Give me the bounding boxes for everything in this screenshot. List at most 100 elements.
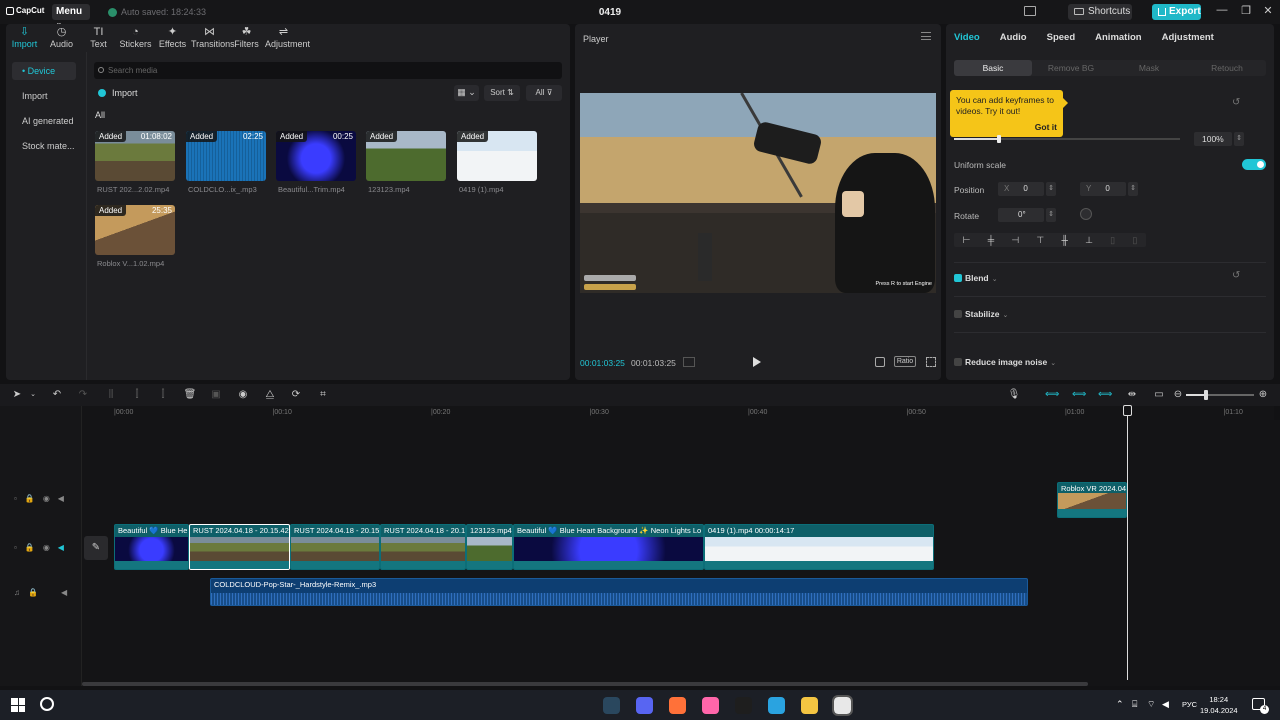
explorer-icon[interactable] xyxy=(801,697,818,714)
split-left-icon[interactable]: ⫿ xyxy=(130,388,144,402)
subtab-remove-bg[interactable]: Remove BG xyxy=(1032,60,1110,76)
fullscreen-icon[interactable] xyxy=(926,357,936,367)
tab-transitions[interactable]: ⋈ Transitions xyxy=(191,24,235,52)
snap-icon[interactable]: ⟺ xyxy=(1098,388,1112,402)
noise-section[interactable]: Reduce image noise ⌄ xyxy=(954,356,1056,368)
media-item[interactable]: Added 01:08:02 RUST 202...2.02.mp4 xyxy=(95,131,175,195)
overlay-clip[interactable]: Roblox VR 2024.04 xyxy=(1057,482,1127,518)
sidebar-item-2[interactable]: AI generated xyxy=(12,112,76,130)
rotate-stepper[interactable]: ⇕ xyxy=(1046,208,1056,222)
lock-icon[interactable]: 🔒 xyxy=(25,494,35,503)
maximize-icon[interactable]: ❐ xyxy=(1238,4,1254,20)
tab-adjustment[interactable]: Adjustment xyxy=(1162,32,1214,43)
rotate-dial-icon[interactable] xyxy=(1080,208,1092,220)
playhead[interactable] xyxy=(1127,406,1128,680)
ratio-button[interactable]: Ratio xyxy=(894,356,916,367)
stabilize-section[interactable]: Stabilize ⌄ xyxy=(954,308,1008,320)
volume-icon[interactable]: ◀ xyxy=(1162,699,1169,710)
lock-icon[interactable]: 🔒 xyxy=(25,543,35,552)
fit-icon[interactable] xyxy=(875,357,885,367)
align-right-icon[interactable]: ⊣ xyxy=(1011,233,1019,247)
tab-effects[interactable]: ✦ Effects xyxy=(154,24,191,52)
track-thumb-icon[interactable]: ▫ xyxy=(14,543,17,552)
align-center-h-icon[interactable]: ╪ xyxy=(988,233,994,247)
time-ruler[interactable]: |00:00 |00:10 |00:20 |00:30 |00:40 |00:50 |01:… xyxy=(82,406,1274,420)
filter-button[interactable]: All ⊽ xyxy=(526,85,562,101)
media-item[interactable]: Added 00:25 Beautiful...Trim.mp4 xyxy=(276,131,356,195)
media-item[interactable]: Added 0419 (1).mp4 xyxy=(457,131,537,195)
horizontal-scrollbar[interactable] xyxy=(82,682,1088,686)
zoom-slider[interactable] xyxy=(1186,390,1254,400)
checkbox-checked-icon[interactable] xyxy=(954,274,962,283)
position-x-stepper[interactable]: ⇕ xyxy=(1046,182,1056,196)
play-icon[interactable] xyxy=(753,357,761,367)
align-bottom-icon[interactable]: ⊥ xyxy=(1085,233,1093,247)
firefox-icon[interactable] xyxy=(669,697,686,714)
position-y-stepper[interactable]: ⇕ xyxy=(1128,182,1138,196)
reset-icon[interactable]: ↺ xyxy=(1232,97,1240,108)
distribute-v-icon[interactable]: ▯ xyxy=(1132,233,1137,247)
speaker-icon[interactable]: ◀ xyxy=(61,588,67,597)
tab-text[interactable]: TI Text xyxy=(80,24,117,52)
split-right-icon[interactable]: ⫿ xyxy=(156,388,170,402)
media-item[interactable]: Added 123123.mp4 xyxy=(366,131,446,195)
waveform-icon[interactable] xyxy=(683,357,695,367)
blend-section[interactable]: Blend ⌄ xyxy=(954,272,998,284)
hamburger-icon[interactable] xyxy=(921,32,931,40)
osu-icon[interactable] xyxy=(702,697,719,714)
search-input[interactable]: Search media xyxy=(94,62,562,79)
align-top-icon[interactable]: ⊤ xyxy=(1036,233,1044,247)
split-icon[interactable]: ⫼ xyxy=(104,388,118,402)
minimize-icon[interactable]: — xyxy=(1214,4,1230,20)
sidebar-item-1[interactable]: Import xyxy=(12,87,76,105)
split-preview-icon[interactable]: ⇹ xyxy=(1125,388,1139,402)
main-clip[interactable]: RUST 2024.04.18 - 20.15.42.0 xyxy=(189,524,290,570)
scale-stepper[interactable]: ⇕ xyxy=(1234,132,1244,146)
undo-icon[interactable]: ↶ xyxy=(50,388,64,402)
scale-slider[interactable] xyxy=(954,135,1180,143)
capcut-icon[interactable] xyxy=(832,695,853,716)
tab-adjustment[interactable]: ⇌ Adjustment xyxy=(265,24,310,52)
mirror-icon[interactable]: ⧋ xyxy=(263,388,277,402)
preview-axis-icon[interactable]: ▭ xyxy=(1152,388,1166,402)
menu-button[interactable]: Menu ⌄ xyxy=(52,4,90,27)
import-button[interactable]: Import xyxy=(98,88,138,98)
redo-icon[interactable]: ↷ xyxy=(76,388,90,402)
lock-icon[interactable]: 🔒 xyxy=(28,588,38,597)
scale-slider-knob[interactable] xyxy=(997,135,1002,143)
main-clip[interactable]: Beautiful 💙 Blue Heart Background ✨ Neon… xyxy=(513,524,704,570)
sidebar-item-3[interactable]: Stock mate... xyxy=(12,137,76,155)
sort-button[interactable]: Sort ⇅ xyxy=(484,85,520,101)
playhead-handle[interactable] xyxy=(1123,405,1132,416)
subtab-basic[interactable]: Basic xyxy=(954,60,1032,76)
rotate-icon[interactable]: ⟳ xyxy=(289,388,303,402)
align-center-v-icon[interactable]: ╫ xyxy=(1061,233,1067,247)
tab-video[interactable]: Video xyxy=(954,32,980,43)
speaker-icon[interactable]: ◀ xyxy=(58,543,64,552)
reset-icon[interactable]: ↺ xyxy=(1232,270,1240,281)
layout-icon[interactable] xyxy=(1024,6,1036,16)
audio-track-icon[interactable]: ♫ xyxy=(14,588,20,597)
steam-icon[interactable] xyxy=(603,697,620,714)
zoom-in-icon[interactable]: ⊕ xyxy=(1256,388,1270,402)
zoom-out-icon[interactable]: ⊖ xyxy=(1171,388,1185,402)
eye-icon[interactable]: ◉ xyxy=(43,494,50,503)
distribute-h-icon[interactable]: ▯ xyxy=(1110,233,1115,247)
language-indicator[interactable]: РУС xyxy=(1182,700,1197,709)
microphone-icon[interactable]: 🎙 xyxy=(1007,388,1021,402)
windows-start-icon[interactable] xyxy=(11,698,25,712)
main-clip[interactable]: RUST 2024.04.18 - 20.13 xyxy=(380,524,466,570)
subtab-mask[interactable]: Mask xyxy=(1110,60,1188,76)
tab-filters[interactable]: ☘ Filters xyxy=(228,24,265,52)
eye-icon[interactable]: ◉ xyxy=(43,543,50,552)
select-tool-icon[interactable]: ➤ xyxy=(10,388,24,402)
tab-audio[interactable]: Audio xyxy=(1000,32,1027,43)
export-button[interactable]: Export xyxy=(1152,4,1201,20)
discord-icon[interactable] xyxy=(636,697,653,714)
speaker-icon[interactable]: ◀ xyxy=(58,494,64,503)
delete-icon[interactable]: 🗑 xyxy=(183,388,197,402)
shortcuts-button[interactable]: Shortcuts xyxy=(1068,4,1132,20)
zoom-slider-knob[interactable] xyxy=(1204,390,1209,400)
main-clip[interactable]: Beautiful 💙 Blue He xyxy=(114,524,189,570)
main-clip[interactable]: 123123.mp4 xyxy=(466,524,513,570)
